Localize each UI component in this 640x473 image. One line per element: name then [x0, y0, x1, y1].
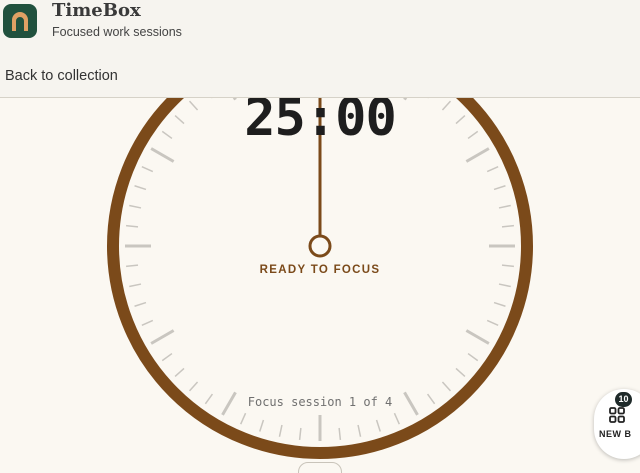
dial-minor-tick	[240, 412, 247, 425]
dial-minor-tick	[134, 185, 147, 191]
dial-minor-tick	[455, 114, 466, 125]
dial-minor-tick	[188, 381, 199, 392]
dial-minor-tick	[129, 283, 142, 288]
dial-minor-tick	[278, 424, 283, 437]
dial-major-tick	[150, 147, 175, 163]
dial-minor-tick	[493, 185, 506, 191]
dial-major-tick	[232, 98, 237, 101]
dial-minor-tick	[174, 114, 185, 125]
timer-status: READY TO FOCUS	[259, 264, 381, 276]
dial-major-tick	[465, 329, 490, 345]
dial-minor-tick	[375, 419, 381, 432]
dial-minor-tick	[393, 412, 400, 425]
dial-minor-tick	[125, 224, 139, 228]
dial-major-tick	[465, 147, 490, 163]
dial-major-tick	[403, 98, 408, 101]
dial-minor-tick	[259, 419, 265, 432]
timer-dial[interactable]	[0, 98, 640, 473]
grid-icon	[609, 407, 625, 423]
dial-minor-tick	[129, 204, 142, 209]
back-to-collection-link[interactable]: Back to collection	[5, 68, 118, 84]
dial-minor-tick	[486, 319, 499, 326]
dial-major-tick	[150, 329, 175, 345]
dial-center-knob	[308, 234, 332, 258]
dial-minor-tick	[188, 100, 199, 111]
new-box-button[interactable]: 10 NEW B	[594, 389, 640, 459]
dial-minor-tick	[357, 424, 362, 437]
dial-minor-tick	[498, 283, 511, 288]
dial-minor-tick	[134, 301, 147, 307]
timer-control-button[interactable]	[298, 462, 342, 473]
dial-minor-tick	[174, 367, 185, 378]
dial-minor-tick	[467, 352, 479, 362]
timer-panel: 25:00 READY TO FOCUS Focus session 1 of …	[0, 97, 640, 473]
dial-minor-tick	[338, 427, 342, 441]
dial-minor-tick	[441, 381, 452, 392]
dial-minor-tick	[161, 130, 173, 140]
dial-minor-tick	[141, 166, 154, 173]
dial-minor-tick	[161, 352, 173, 362]
session-counter: Focus session 1 of 4	[247, 395, 393, 409]
dial-minor-tick	[498, 204, 511, 209]
dial-minor-tick	[493, 301, 506, 307]
dial-minor-tick	[486, 166, 499, 173]
dial-minor-tick	[298, 427, 302, 441]
app-header: TimeBox Focused work sessions	[0, 0, 640, 50]
app-name: TimeBox	[52, 0, 141, 21]
app-logo-icon	[3, 4, 37, 38]
dial-minor-tick	[141, 319, 154, 326]
new-box-label: NEW B	[599, 429, 632, 439]
app-subtitle: Focused work sessions	[52, 25, 182, 39]
dial-minor-tick	[501, 224, 515, 228]
new-box-count-badge: 10	[615, 392, 632, 407]
dial-minor-tick	[455, 367, 466, 378]
dial-minor-tick	[467, 130, 479, 140]
dial-minor-tick	[441, 100, 452, 111]
